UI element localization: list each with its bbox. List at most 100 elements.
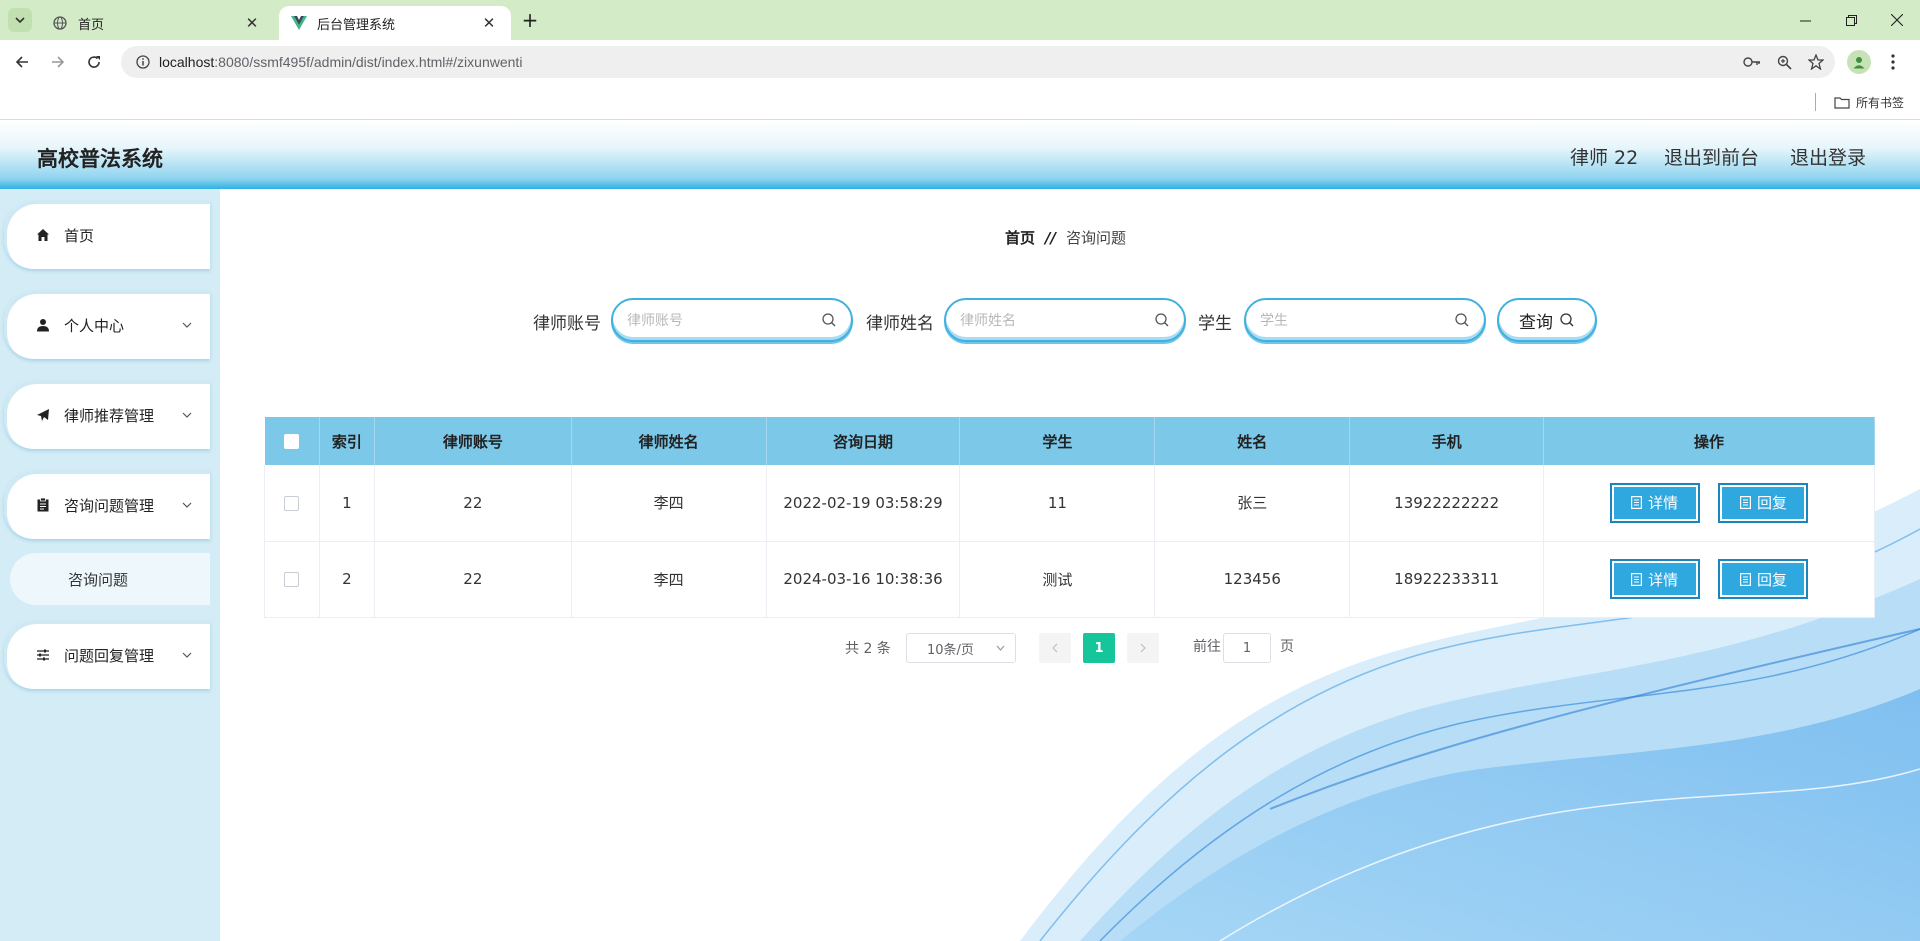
column-header: 姓名 — [1154, 417, 1351, 465]
reply-button-label: 回复 — [1756, 494, 1787, 513]
close-window-icon[interactable] — [1874, 0, 1920, 40]
restore-icon[interactable] — [1828, 0, 1874, 40]
cell-lawyer-account: 22 — [374, 465, 572, 542]
cell-index: 1 — [319, 465, 375, 542]
bookmarks-bar: 所有书签 — [0, 84, 1920, 120]
table-row: 2 22 李四 2024-03-16 10:38:36 测试 123456 18… — [264, 541, 1875, 618]
sidebar-item-label: 个人中心 — [64, 316, 125, 335]
page-size-select[interactable]: 10条/页 — [906, 633, 1016, 663]
browser-tab-home[interactable]: 首页 ✕ — [40, 6, 274, 40]
current-user-label: 律师 22 — [1570, 147, 1639, 169]
chevron-down-icon — [996, 645, 1005, 651]
cell-phone: 13922222222 — [1349, 465, 1545, 542]
chevron-right-icon — [1140, 643, 1146, 653]
row-checkbox[interactable] — [284, 572, 300, 587]
clipboard-icon — [34, 496, 52, 514]
logout-link[interactable]: 退出登录 — [1790, 143, 1866, 170]
column-header: 律师账号 — [374, 417, 572, 465]
lawyer-account-placeholder: 律师账号 — [627, 313, 683, 329]
document-icon — [1739, 572, 1751, 586]
column-header: 操作 — [1543, 417, 1875, 465]
site-info-icon[interactable] — [127, 55, 159, 69]
close-tab-icon[interactable]: ✕ — [242, 13, 262, 33]
url-path: :8080/ssmf495f/admin/dist/index.html#/zi… — [214, 54, 523, 70]
sidebar-item-home[interactable]: 首页 — [4, 201, 210, 269]
lawyer-name-placeholder: 律师姓名 — [960, 313, 1016, 329]
sidebar-item-label: 问题回复管理 — [64, 646, 155, 665]
main-content: 首页 // 咨询问题 律师账号 律师账号 律师姓名 律师姓名 学生 学生 查询 … — [220, 189, 1920, 941]
detail-button[interactable]: 详情 — [1609, 482, 1700, 523]
prev-page-button[interactable] — [1039, 633, 1071, 663]
tab-title: 后台管理系统 — [317, 17, 396, 33]
reply-button[interactable]: 回复 — [1718, 559, 1809, 599]
sidebar-item-label: 咨询问题管理 — [64, 496, 155, 515]
exit-to-front-link[interactable]: 退出到前台 — [1664, 143, 1759, 170]
breadcrumb-separator: // — [1045, 228, 1056, 247]
sidebar-item-consult-manage[interactable]: 咨询问题管理 — [4, 471, 210, 539]
document-icon — [1631, 496, 1643, 510]
lawyer-account-input[interactable]: 律师账号 — [611, 298, 853, 342]
document-icon — [1739, 496, 1751, 510]
breadcrumb-home[interactable]: 首页 — [1005, 227, 1035, 248]
row-select-cell — [264, 541, 320, 618]
detail-button-label: 详情 — [1648, 570, 1679, 589]
student-label: 学生 — [1198, 314, 1232, 334]
cell-name: 123456 — [1154, 541, 1351, 618]
page-size-value: 10条/页 — [927, 642, 974, 658]
lawyer-account-label: 律师账号 — [533, 314, 601, 334]
vue-logo-icon — [291, 15, 307, 31]
cell-lawyer-name: 李四 — [571, 465, 767, 542]
consult-table: 索引 律师账号 律师姓名 咨询日期 学生 姓名 手机 操作 1 22 李四 20… — [264, 417, 1875, 618]
lawyer-name-input[interactable]: 律师姓名 — [944, 298, 1186, 342]
sidebar-item-lawyer-recommend[interactable]: 律师推荐管理 — [4, 381, 210, 449]
forward-arrow-icon[interactable] — [44, 48, 72, 76]
bookmark-star-icon[interactable] — [1805, 52, 1827, 72]
chevron-down-icon — [180, 502, 194, 508]
all-bookmarks-button[interactable]: 所有书签 — [1834, 92, 1904, 112]
cell-actions: 详情 回复 — [1543, 541, 1875, 618]
sliders-icon — [34, 646, 52, 664]
goto-page-input[interactable]: 1 — [1223, 633, 1271, 663]
sidebar-subitem-consult-questions[interactable]: 咨询问题 — [10, 553, 210, 605]
reload-icon[interactable] — [80, 48, 108, 76]
next-page-button[interactable] — [1127, 633, 1159, 663]
student-input[interactable]: 学生 — [1244, 298, 1486, 342]
profile-avatar-icon[interactable] — [1847, 50, 1871, 74]
sidebar-item-personal-center[interactable]: 个人中心 — [4, 291, 210, 359]
query-button[interactable]: 查询 — [1497, 298, 1597, 342]
document-icon — [1631, 572, 1643, 586]
student-placeholder: 学生 — [1260, 313, 1288, 329]
new-tab-icon[interactable]: + — [518, 8, 542, 32]
address-bar[interactable]: localhost:8080/ssmf495f/admin/dist/index… — [121, 46, 1835, 78]
minimize-icon[interactable] — [1782, 0, 1828, 40]
search-icon — [1155, 313, 1169, 327]
breadcrumb: 首页 // 咨询问题 — [1005, 227, 1126, 248]
table-header-row: 索引 律师账号 律师姓名 咨询日期 学生 姓名 手机 操作 — [264, 417, 1875, 465]
browser-tab-admin[interactable]: 后台管理系统 ✕ — [279, 6, 511, 40]
reply-button[interactable]: 回复 — [1718, 482, 1809, 523]
row-checkbox[interactable] — [284, 495, 300, 511]
browser-toolbar: localhost:8080/ssmf495f/admin/dist/index… — [0, 40, 1920, 84]
globe-icon — [52, 15, 68, 31]
password-key-icon[interactable] — [1741, 52, 1763, 72]
back-arrow-icon[interactable] — [8, 48, 36, 76]
close-tab-icon[interactable]: ✕ — [479, 13, 499, 33]
zoom-icon[interactable] — [1773, 52, 1795, 72]
lawyer-name-label: 律师姓名 — [866, 314, 934, 334]
app-header: 高校普法系统 律师 22 退出到前台 退出登录 — [0, 121, 1920, 189]
search-icon — [1455, 313, 1469, 327]
cell-consult-date: 2022-02-19 03:58:29 — [766, 465, 961, 542]
browser-menu-icon[interactable] — [1885, 50, 1901, 74]
detail-button[interactable]: 详情 — [1609, 559, 1700, 599]
detail-button-label: 详情 — [1648, 494, 1679, 513]
select-all-checkbox[interactable] — [284, 434, 300, 449]
browser-tabstrip: 首页 ✕ 后台管理系统 ✕ + — [0, 0, 1920, 40]
tab-list-chevron-icon[interactable] — [8, 8, 32, 32]
sidebar-item-reply-manage[interactable]: 问题回复管理 — [4, 621, 210, 689]
url-text: localhost:8080/ssmf495f/admin/dist/index… — [159, 54, 522, 70]
cell-phone: 18922233311 — [1349, 541, 1545, 618]
chevron-down-icon — [180, 322, 194, 328]
sidebar: 首页 个人中心 律师推荐管理 咨询问题管理 咨询问题 问题回复管理 — [0, 189, 220, 941]
page-number-button[interactable]: 1 — [1083, 633, 1115, 663]
paper-plane-icon — [34, 406, 52, 424]
